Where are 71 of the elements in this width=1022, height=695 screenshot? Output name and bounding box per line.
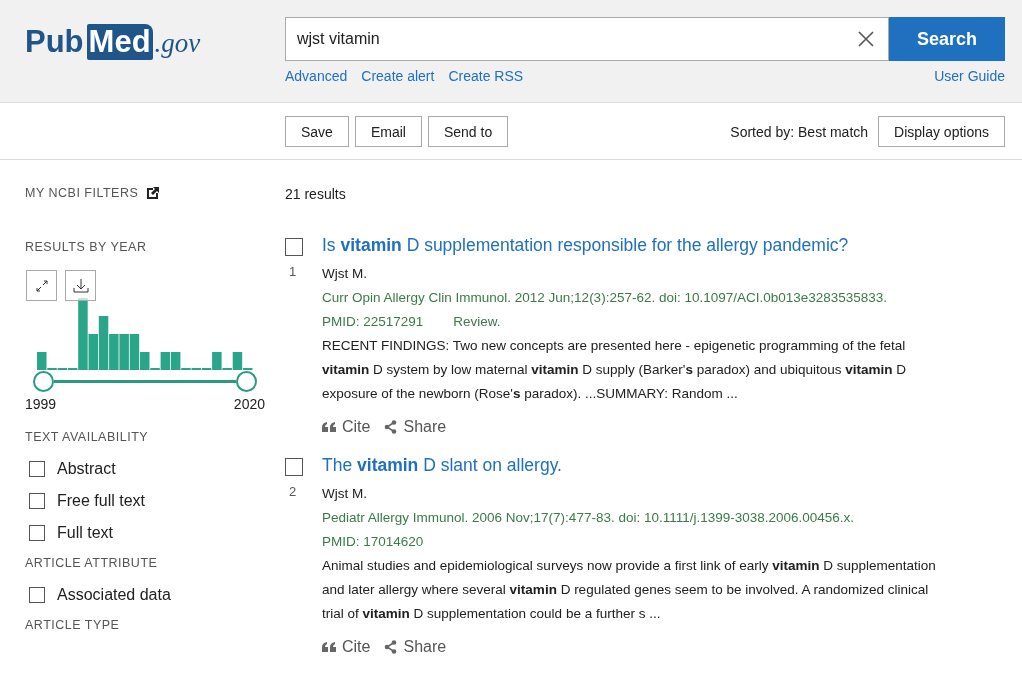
share-button[interactable]: Share [384, 418, 447, 436]
citation: Curr Opin Allergy Clin Immunol. 2012 Jun;12(3):257-62. doi: 10.1097/ACI.0b013e3283535833. [322, 289, 889, 307]
download-button[interactable] [65, 270, 96, 301]
histogram-bar[interactable] [119, 334, 129, 370]
filter-label[interactable]: Free full text [57, 492, 146, 510]
section-title: TEXT AVAILABILITY [25, 430, 150, 444]
share-icon [384, 420, 398, 434]
checkbox[interactable] [29, 525, 45, 541]
search-link[interactable]: Create RSS [448, 68, 524, 84]
result-title-link[interactable]: The vitamin D slant on allergy. [322, 455, 947, 476]
quote-icon [322, 642, 336, 652]
publication-type: Review. [453, 313, 501, 331]
slider-handle[interactable] [236, 371, 257, 392]
authors: Wjst M. [322, 265, 368, 283]
histogram-bar[interactable] [160, 352, 171, 370]
histogram-bar[interactable] [170, 352, 181, 370]
section-title: ARTICLE ATTRIBUTE [25, 556, 159, 570]
filter-label[interactable]: Abstract [57, 460, 116, 478]
histogram-bar[interactable] [88, 334, 98, 370]
histogram-bar[interactable] [109, 334, 119, 370]
end-year: 2020 [233, 396, 265, 412]
share-icon [384, 640, 398, 654]
checkbox[interactable] [29, 461, 45, 477]
toolbar-button[interactable]: Email [354, 116, 422, 147]
external-link-icon[interactable] [147, 187, 160, 199]
close-icon[interactable] [857, 30, 875, 48]
section-title: MY NCBI FILTERS [25, 186, 139, 200]
slider-handle[interactable] [33, 371, 54, 392]
filter-label[interactable]: Full text [57, 524, 113, 542]
cite-button[interactable]: Cite [322, 638, 371, 656]
cite-button[interactable]: Cite [322, 418, 371, 436]
histogram-bar[interactable] [37, 352, 47, 370]
pmid: PMID: 17014620 [322, 533, 424, 551]
checkbox[interactable] [29, 587, 45, 603]
checkbox[interactable] [285, 238, 303, 256]
start-year: 1999 [25, 396, 57, 412]
filter-label[interactable]: Associated data [57, 586, 171, 604]
expand-icon [34, 278, 49, 293]
result-number: 1 [288, 264, 298, 279]
histogram-bar[interactable] [232, 352, 243, 370]
checkbox[interactable] [29, 493, 45, 509]
abstract-snippet: Animal studies and epidemiological surveys now provide a first link of early vitamin D supplementation and later allergy where several vitamin D regulated genes seem to be involved. A randomized clinical trial of vitamin D supplementation could be a further s ... [322, 557, 937, 623]
results-count: 21 results [285, 186, 347, 202]
search-link[interactable]: Create alert [361, 68, 435, 84]
histogram-bar[interactable] [98, 316, 109, 370]
share-button[interactable]: Share [384, 638, 447, 656]
histogram-bar[interactable] [212, 352, 222, 370]
histogram-bar[interactable] [129, 334, 140, 370]
histogram-bar[interactable] [78, 298, 88, 370]
sort-label: Sorted by: Best match [730, 123, 869, 140]
user-guide-link[interactable]: User Guide [934, 68, 1005, 84]
histogram-bar[interactable] [140, 352, 150, 370]
expand-button[interactable] [26, 270, 57, 301]
display-options-button[interactable]: Display options [878, 116, 1005, 147]
pubmed-logo[interactable]: Pub Med.gov [25, 0, 285, 64]
result-number: 2 [288, 484, 298, 499]
toolbar-button[interactable]: Send to [427, 116, 509, 147]
section-title: RESULTS BY YEAR [25, 240, 148, 254]
search-field[interactable]: wjst vitamin [285, 17, 889, 61]
quote-icon [322, 422, 336, 432]
search-link[interactable]: Advanced [285, 68, 348, 84]
pmid: PMID: 22517291 [322, 313, 424, 331]
download-icon [72, 277, 89, 294]
authors: Wjst M. [322, 485, 368, 503]
citation: Pediatr Allergy Immunol. 2006 Nov;17(7):477-83. doi: 10.1111/j.1399-3038.2006.00456.x. [322, 509, 856, 527]
result-title-link[interactable]: Is vitamin D supplementation responsible for the allergy pandemic? [322, 235, 947, 256]
toolbar-button[interactable]: Save [285, 116, 349, 147]
search-button[interactable]: Search [889, 17, 1005, 61]
abstract-snippet: RECENT FINDINGS: Two new concepts are presented here - epigenetic programming of the fetal vitamin D system by low maternal vitamin D supply (Barker's paradox) and ubiquitous vitamin D exposure of the newborn (Rose's paradox). ...SUMMARY: Random ... [322, 337, 908, 403]
checkbox[interactable] [285, 458, 303, 476]
section-title: ARTICLE TYPE [25, 618, 121, 632]
